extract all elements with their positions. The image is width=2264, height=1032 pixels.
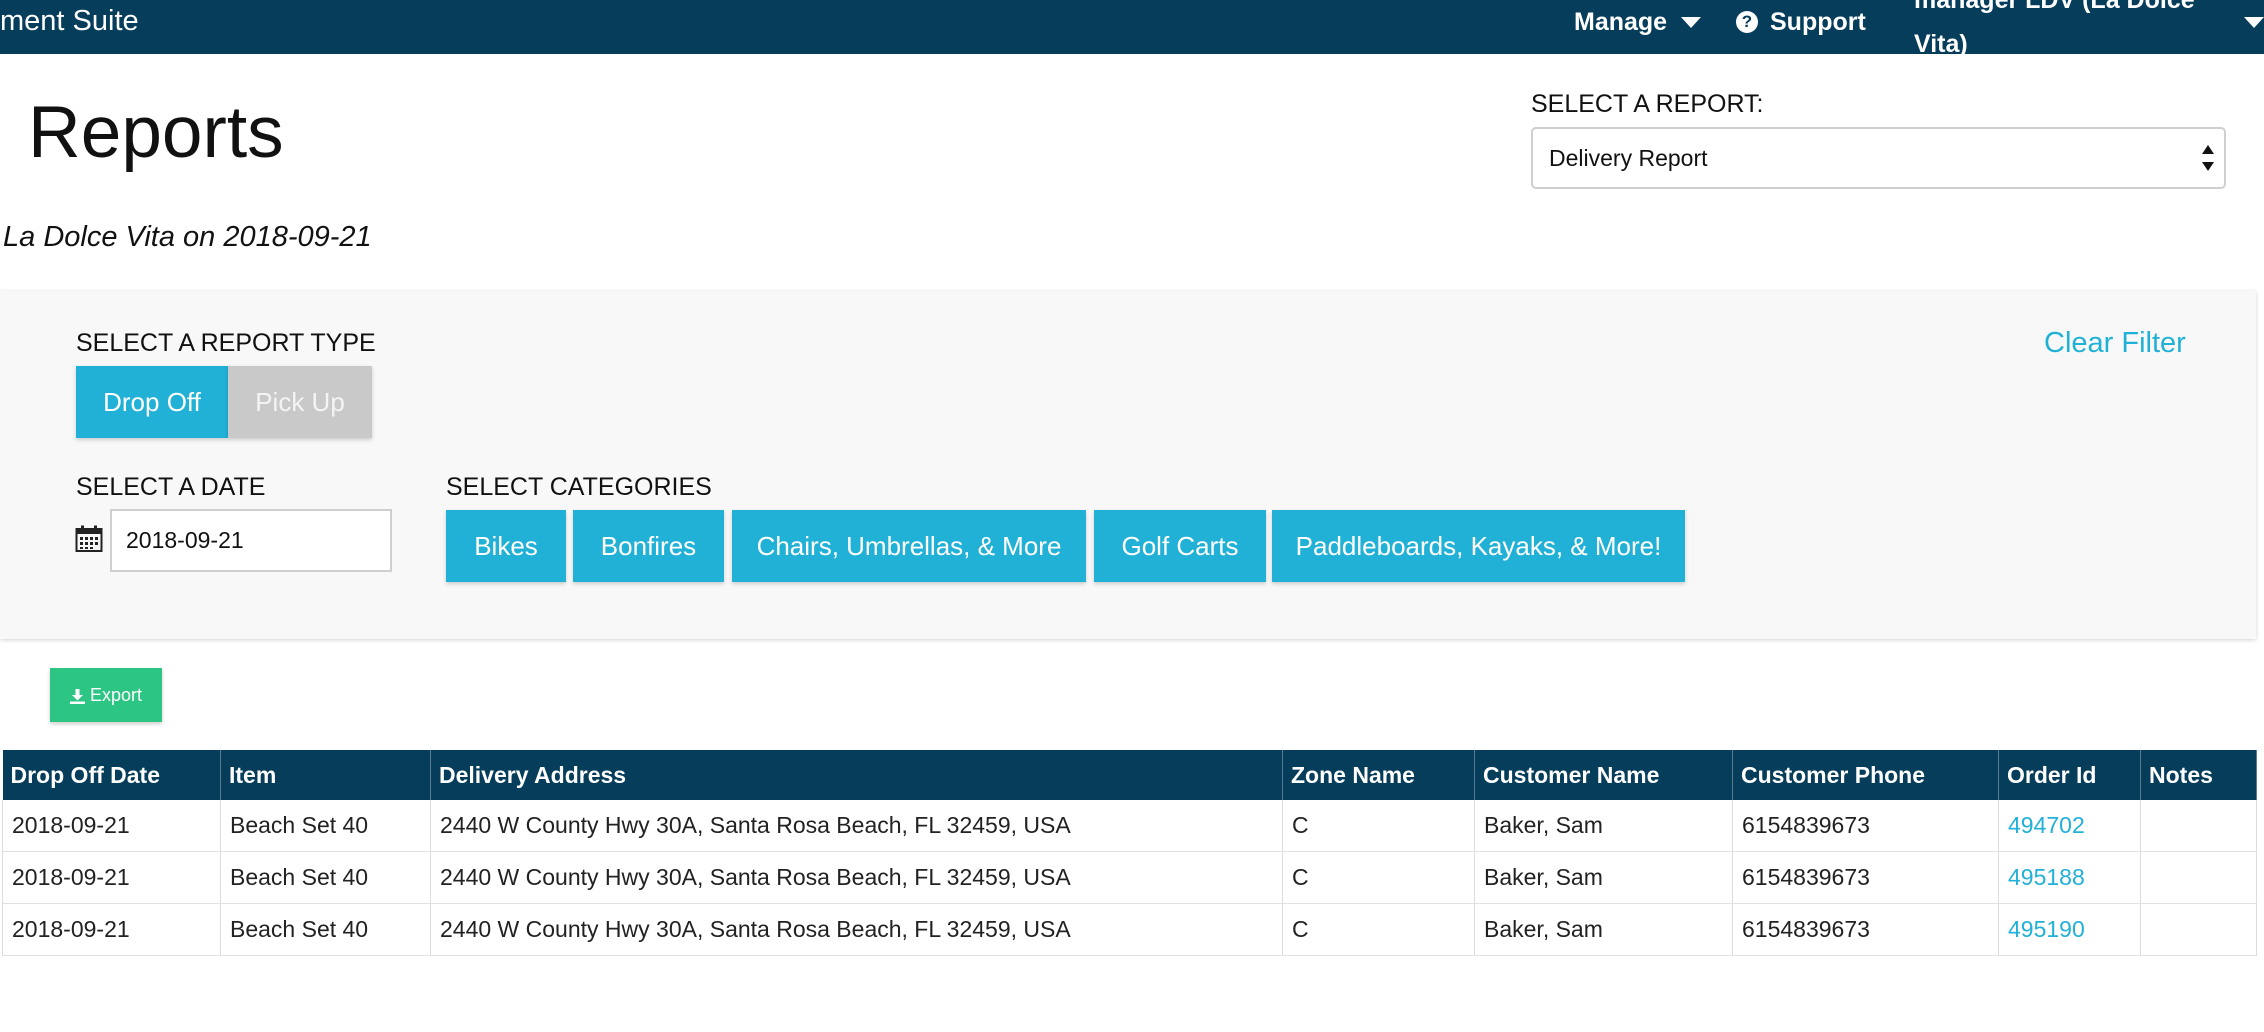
cell-zone-name: C bbox=[1282, 800, 1475, 852]
report-type-label: SELECT A REPORT TYPE bbox=[76, 329, 376, 357]
cell-notes bbox=[2140, 851, 2257, 904]
drop-off-button[interactable]: Drop Off bbox=[76, 366, 228, 438]
cell-zone-name: C bbox=[1282, 903, 1475, 956]
category-bonfires-button[interactable]: Bonfires bbox=[573, 510, 724, 582]
header-drop-off-date[interactable]: Drop Off Date bbox=[2, 750, 221, 800]
cell-customer-name: Baker, Sam bbox=[1474, 903, 1733, 956]
order-id-link[interactable]: 495190 bbox=[2008, 916, 2085, 942]
header-customer-phone[interactable]: Customer Phone bbox=[1732, 750, 1999, 800]
table-row: 2018-09-21 Beach Set 40 2440 W County Hw… bbox=[2, 903, 2257, 956]
export-button[interactable]: Export bbox=[50, 668, 162, 722]
category-chairs-button[interactable]: Chairs, Umbrellas, & More bbox=[732, 510, 1086, 582]
support-link-label: Support bbox=[1770, 8, 1866, 36]
cell-delivery-address: 2440 W County Hwy 30A, Santa Rosa Beach,… bbox=[430, 903, 1283, 956]
chevron-down-icon bbox=[2244, 16, 2264, 28]
cell-delivery-address: 2440 W County Hwy 30A, Santa Rosa Beach,… bbox=[430, 800, 1283, 852]
select-categories-label: SELECT CATEGORIES bbox=[446, 473, 712, 501]
cell-notes bbox=[2140, 903, 2257, 956]
header-customer-name[interactable]: Customer Name bbox=[1474, 750, 1733, 800]
app-brand[interactable]: ment Suite bbox=[0, 0, 139, 42]
manage-menu-label: Manage bbox=[1574, 8, 1668, 36]
user-menu-label: manager LDV (La Dolce Vita) bbox=[1914, 0, 2195, 58]
header-item[interactable]: Item bbox=[220, 750, 431, 800]
cell-drop-off-date: 2018-09-21 bbox=[2, 851, 221, 904]
category-bikes-button[interactable]: Bikes bbox=[446, 510, 566, 582]
clear-filter-link[interactable]: Clear Filter bbox=[2044, 327, 2186, 360]
manage-menu[interactable]: Manage bbox=[1574, 0, 1702, 44]
question-circle-icon: ? bbox=[1736, 11, 1758, 33]
category-paddleboards-button[interactable]: Paddleboards, Kayaks, & More! bbox=[1272, 510, 1685, 582]
cell-zone-name: C bbox=[1282, 851, 1475, 904]
download-icon bbox=[69, 688, 85, 704]
cell-delivery-address: 2440 W County Hwy 30A, Santa Rosa Beach,… bbox=[430, 851, 1283, 904]
chevron-down-icon bbox=[1681, 16, 1702, 28]
cell-order-id: 495188 bbox=[1998, 851, 2141, 904]
report-select[interactable]: Delivery Report bbox=[1531, 127, 2226, 189]
cell-notes bbox=[2140, 800, 2257, 852]
table-row: 2018-09-21 Beach Set 40 2440 W County Hw… bbox=[2, 851, 2257, 904]
report-select-value: Delivery Report bbox=[1549, 145, 1708, 171]
export-label: Export bbox=[89, 685, 143, 705]
cell-order-id: 495190 bbox=[1998, 903, 2141, 956]
cell-customer-name: Baker, Sam bbox=[1474, 851, 1733, 904]
user-menu[interactable]: manager LDV (La Dolce Vita) bbox=[1914, 0, 2264, 58]
cell-drop-off-date: 2018-09-21 bbox=[2, 800, 221, 852]
order-id-link[interactable]: 494702 bbox=[2008, 812, 2085, 838]
pick-up-button[interactable]: Pick Up bbox=[228, 366, 372, 438]
delivery-report-table: Drop Off Date Item Delivery Address Zone… bbox=[2, 750, 2257, 956]
cell-customer-name: Baker, Sam bbox=[1474, 800, 1733, 852]
cell-item: Beach Set 40 bbox=[220, 851, 431, 904]
report-subtitle: La Dolce Vita on 2018-09-21 bbox=[3, 221, 372, 253]
header-delivery-address[interactable]: Delivery Address bbox=[430, 750, 1283, 800]
table-header-row: Drop Off Date Item Delivery Address Zone… bbox=[2, 750, 2257, 800]
cell-order-id: 494702 bbox=[1998, 800, 2141, 852]
calendar-icon[interactable] bbox=[75, 525, 103, 553]
category-golf-carts-button[interactable]: Golf Carts bbox=[1094, 510, 1266, 582]
header-notes[interactable]: Notes bbox=[2140, 750, 2257, 800]
top-navbar: ment Suite Manage ? Support manager LDV … bbox=[0, 0, 2264, 58]
support-link[interactable]: ? Support bbox=[1736, 0, 1866, 44]
cell-item: Beach Set 40 bbox=[220, 903, 431, 956]
header-zone-name[interactable]: Zone Name bbox=[1282, 750, 1475, 800]
cell-item: Beach Set 40 bbox=[220, 800, 431, 852]
cell-customer-phone: 6154839673 bbox=[1732, 800, 1999, 852]
order-id-link[interactable]: 495188 bbox=[2008, 864, 2085, 890]
cell-customer-phone: 6154839673 bbox=[1732, 903, 1999, 956]
page-title: Reports bbox=[28, 92, 284, 173]
select-report-label: SELECT A REPORT: bbox=[1531, 90, 1764, 118]
cell-customer-phone: 6154839673 bbox=[1732, 851, 1999, 904]
cell-drop-off-date: 2018-09-21 bbox=[2, 903, 221, 956]
select-arrows-icon bbox=[2202, 145, 2214, 171]
date-input[interactable] bbox=[110, 509, 392, 572]
header-order-id[interactable]: Order Id bbox=[1998, 750, 2141, 800]
table-row: 2018-09-21 Beach Set 40 2440 W County Hw… bbox=[2, 800, 2257, 852]
select-date-label: SELECT A DATE bbox=[76, 473, 266, 501]
